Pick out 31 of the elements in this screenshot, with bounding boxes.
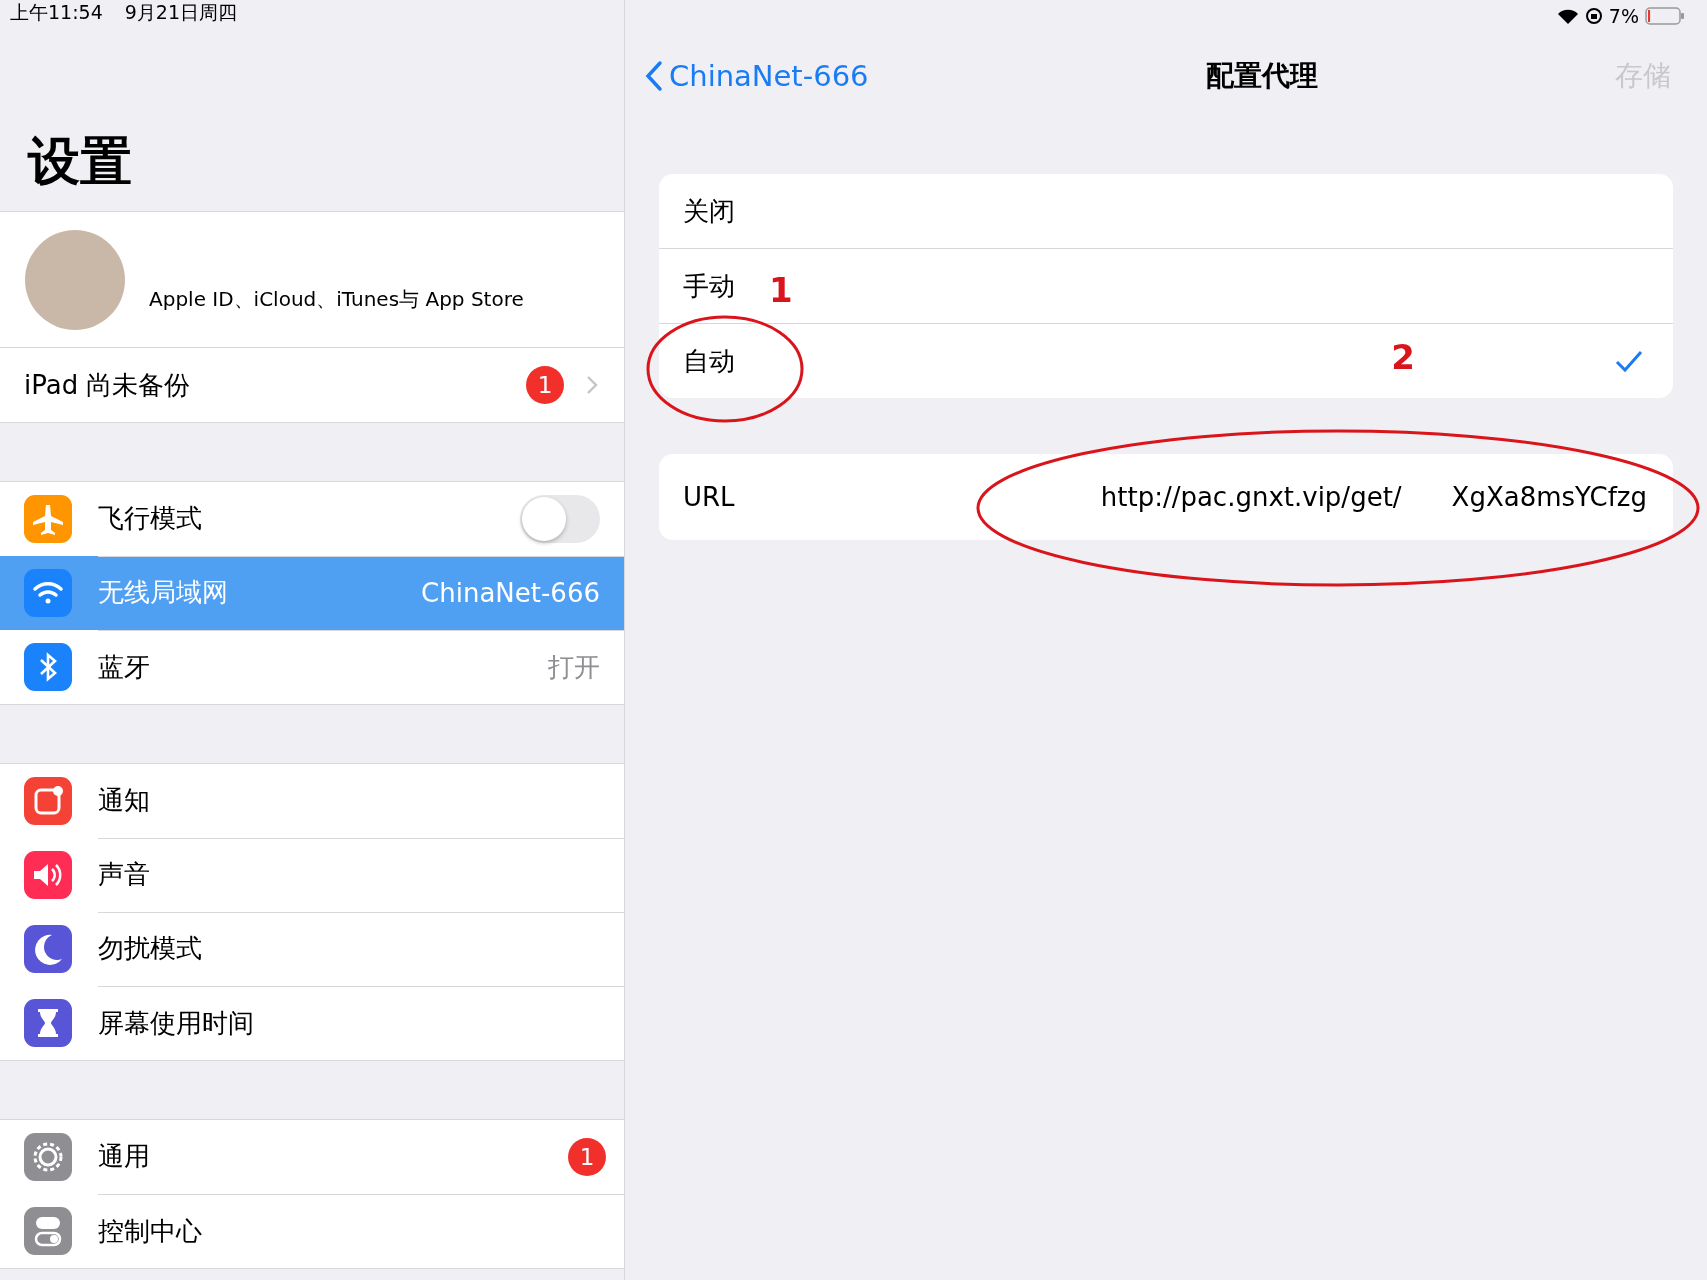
annotation-number: 2 bbox=[1391, 337, 1415, 377]
settings-title: 设置 bbox=[26, 130, 133, 191]
notification-badge: 1 bbox=[568, 1137, 606, 1176]
settings-row[interactable]: 声音 bbox=[0, 838, 624, 912]
settings-row[interactable]: 通知 bbox=[0, 764, 624, 838]
battery-icon bbox=[1645, 7, 1685, 25]
toggle-switch[interactable] bbox=[520, 494, 600, 543]
status-date: 9月21日周四 bbox=[124, 0, 238, 25]
url-field[interactable]: http://pac.gnxt.vip/get/ XgXa8msYCfzg bbox=[1100, 482, 1647, 512]
annotation-number: 1 bbox=[769, 270, 793, 310]
settings-row[interactable]: 控制中心 bbox=[0, 1194, 624, 1268]
url-label: URL bbox=[683, 482, 736, 512]
chevron-icon bbox=[586, 375, 598, 395]
settings-row[interactable]: 飞行模式 bbox=[0, 482, 624, 556]
backup-label[interactable]: iPad 尚未备份 bbox=[24, 367, 526, 403]
status-time: 上午11:54 bbox=[10, 0, 103, 25]
proxy-option[interactable]: 自动 2 bbox=[659, 324, 1673, 398]
back-chevron-icon bbox=[645, 60, 663, 92]
checkmark-icon bbox=[1615, 349, 1643, 373]
settings-row[interactable]: 勿扰模式 bbox=[0, 912, 624, 986]
wifi-icon bbox=[1556, 8, 1579, 24]
battery-percent: 7% bbox=[1608, 5, 1639, 27]
notification-badge: 1 bbox=[526, 366, 564, 404]
page-title: 配置代理 bbox=[1205, 58, 1318, 94]
account-subtitle[interactable]: Apple ID、iCloud、iTunes与 App Store bbox=[149, 286, 524, 313]
proxy-option[interactable]: 关闭 bbox=[659, 174, 1673, 249]
settings-row[interactable]: 蓝牙 打开 bbox=[0, 630, 624, 704]
proxy-option[interactable]: 手动 1 bbox=[659, 249, 1673, 324]
orientation-lock-icon bbox=[1584, 7, 1603, 25]
settings-row[interactable]: 通用 1 bbox=[0, 1120, 624, 1194]
settings-row[interactable]: 屏幕使用时间 bbox=[0, 986, 624, 1060]
